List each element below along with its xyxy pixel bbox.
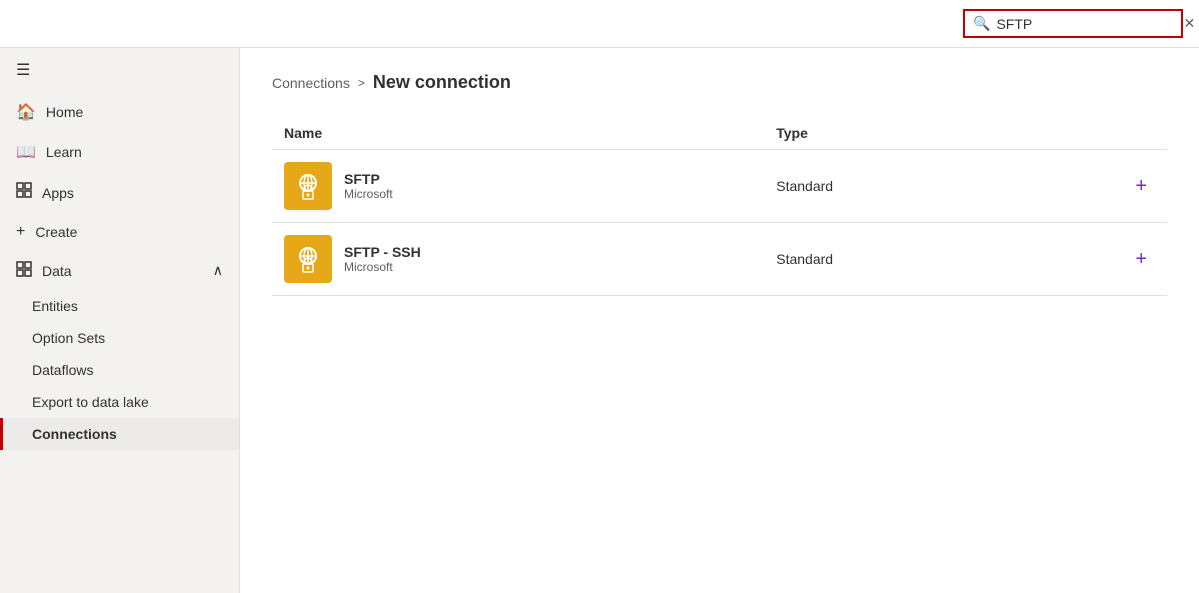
- sidebar-item-home[interactable]: 🏠 Home: [0, 92, 239, 132]
- table-header-row: Name Type: [272, 117, 1167, 150]
- content-area: Connections > New connection Name Type: [240, 48, 1199, 593]
- sftp-ssh-publisher: Microsoft: [344, 260, 421, 274]
- sftp-type: Standard: [764, 150, 1077, 223]
- column-header-type: Type: [764, 117, 1077, 150]
- connector-name-cell: SFTP - SSH Microsoft: [272, 223, 764, 296]
- breadcrumb-parent[interactable]: Connections: [272, 75, 350, 91]
- sidebar-item-export[interactable]: Export to data lake: [0, 386, 239, 418]
- search-input[interactable]: [996, 16, 1177, 32]
- sftp-ssh-icon: [284, 235, 332, 283]
- sidebar-item-learn[interactable]: 📖 Learn: [0, 132, 239, 172]
- sftp-icon: [284, 162, 332, 210]
- close-icon[interactable]: ✕: [1183, 15, 1195, 32]
- breadcrumb: Connections > New connection: [272, 72, 1167, 93]
- sidebar-item-option-sets[interactable]: Option Sets: [0, 322, 239, 354]
- sftp-name: SFTP: [344, 171, 393, 187]
- home-icon: 🏠: [16, 102, 36, 122]
- sftp-ssh-type: Standard: [764, 223, 1077, 296]
- breadcrumb-separator: >: [358, 76, 365, 90]
- sidebar: ☰ 🏠 Home 📖 Learn Apps + Create: [0, 48, 240, 593]
- sftp-ssh-add-button[interactable]: +: [1127, 244, 1155, 275]
- sidebar-item-home-label: Home: [46, 104, 83, 120]
- table-row: SFTP Microsoft Standard +: [272, 150, 1167, 223]
- book-icon: 📖: [16, 142, 36, 162]
- main-layout: ☰ 🏠 Home 📖 Learn Apps + Create: [0, 48, 1199, 593]
- data-section-label: Data: [42, 263, 72, 279]
- column-header-action: [1078, 117, 1168, 150]
- data-grid-icon: [16, 261, 32, 280]
- search-box: 🔍 ✕: [963, 9, 1183, 38]
- hamburger-button[interactable]: ☰: [0, 48, 239, 92]
- top-bar: 🔍 ✕: [0, 0, 1199, 48]
- sftp-ssh-add-cell: +: [1078, 223, 1168, 296]
- sftp-ssh-name: SFTP - SSH: [344, 244, 421, 260]
- sidebar-item-learn-label: Learn: [46, 144, 82, 160]
- sidebar-item-dataflows[interactable]: Dataflows: [0, 354, 239, 386]
- sidebar-item-entities[interactable]: Entities: [0, 290, 239, 322]
- search-icon: 🔍: [973, 15, 990, 32]
- column-header-name: Name: [272, 117, 764, 150]
- sftp-publisher: Microsoft: [344, 187, 393, 201]
- sftp-add-button[interactable]: +: [1127, 171, 1155, 202]
- apps-icon: [16, 182, 32, 203]
- sidebar-item-connections[interactable]: Connections: [0, 418, 239, 450]
- table-row: SFTP - SSH Microsoft Standard +: [272, 223, 1167, 296]
- sidebar-item-create[interactable]: + Create: [0, 213, 239, 251]
- sidebar-item-create-label: Create: [35, 224, 77, 240]
- sidebar-item-apps-label: Apps: [42, 185, 74, 201]
- breadcrumb-current: New connection: [373, 72, 511, 93]
- connector-name-cell: SFTP Microsoft: [272, 150, 764, 223]
- connections-table: Name Type: [272, 117, 1167, 296]
- create-icon: +: [16, 223, 25, 241]
- data-section-header[interactable]: Data ∧: [0, 251, 239, 290]
- chevron-up-icon: ∧: [213, 262, 223, 279]
- sftp-add-cell: +: [1078, 150, 1168, 223]
- sidebar-item-apps[interactable]: Apps: [0, 172, 239, 213]
